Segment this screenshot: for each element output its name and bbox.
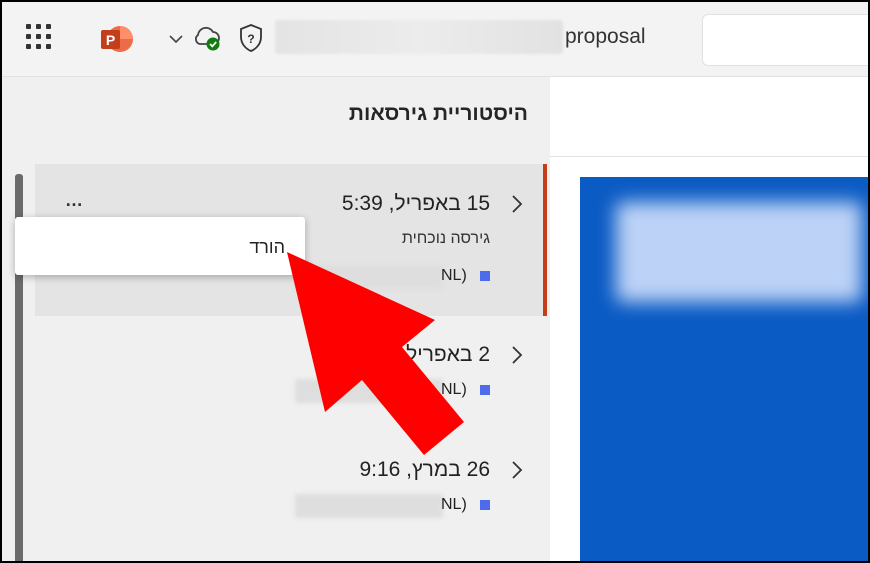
waffle-icon[interactable]	[26, 24, 52, 50]
version-date: 2 באפריל	[406, 343, 490, 366]
version-item[interactable]: 26 במרץ, 9:16 NL)	[35, 442, 547, 552]
panel-title: היסטוריית גירסאות	[348, 102, 528, 125]
divider	[550, 156, 868, 157]
author-color-marker	[480, 500, 490, 510]
chevron-right-icon[interactable]	[509, 458, 525, 482]
powerpoint-icon[interactable]: P	[99, 22, 133, 56]
author-color-marker	[480, 385, 490, 395]
chevron-right-icon[interactable]	[509, 192, 525, 216]
search-box[interactable]	[702, 14, 868, 66]
author-name-redacted	[295, 379, 443, 403]
author-name-redacted	[295, 494, 443, 518]
version-date: 26 במרץ, 9:16	[359, 458, 490, 481]
slide-title-redacted	[616, 202, 862, 302]
author-name-redacted	[295, 265, 443, 289]
chevron-down-icon[interactable]	[167, 30, 185, 48]
document-path-redacted	[275, 20, 563, 54]
selection-indicator	[543, 164, 547, 316]
document-title[interactable]: proposal	[565, 25, 646, 49]
svg-text:P: P	[106, 32, 115, 48]
download-menu-item[interactable]: הורד	[249, 237, 285, 258]
version-author: NL)	[441, 267, 467, 284]
shield-icon[interactable]: ?	[237, 22, 265, 54]
chevron-right-icon[interactable]	[509, 343, 525, 367]
current-version-label: גירסה נוכחית	[401, 230, 490, 247]
top-bar: P ? proposal	[2, 2, 868, 77]
author-color-marker	[480, 271, 490, 281]
version-date: 15 באפריל, 5:39	[341, 192, 490, 215]
version-author: NL)	[441, 496, 467, 513]
context-menu: הורד	[15, 217, 305, 275]
more-options-icon[interactable]: …	[65, 190, 84, 211]
cloud-saved-icon[interactable]	[192, 22, 224, 54]
svg-text:?: ?	[247, 32, 254, 46]
app-window: P ? proposal היסטוריית גירסאות 15 באפריל…	[0, 0, 870, 563]
version-author: NL)	[441, 381, 467, 398]
version-item[interactable]: 2 באפריל NL)	[35, 327, 547, 437]
